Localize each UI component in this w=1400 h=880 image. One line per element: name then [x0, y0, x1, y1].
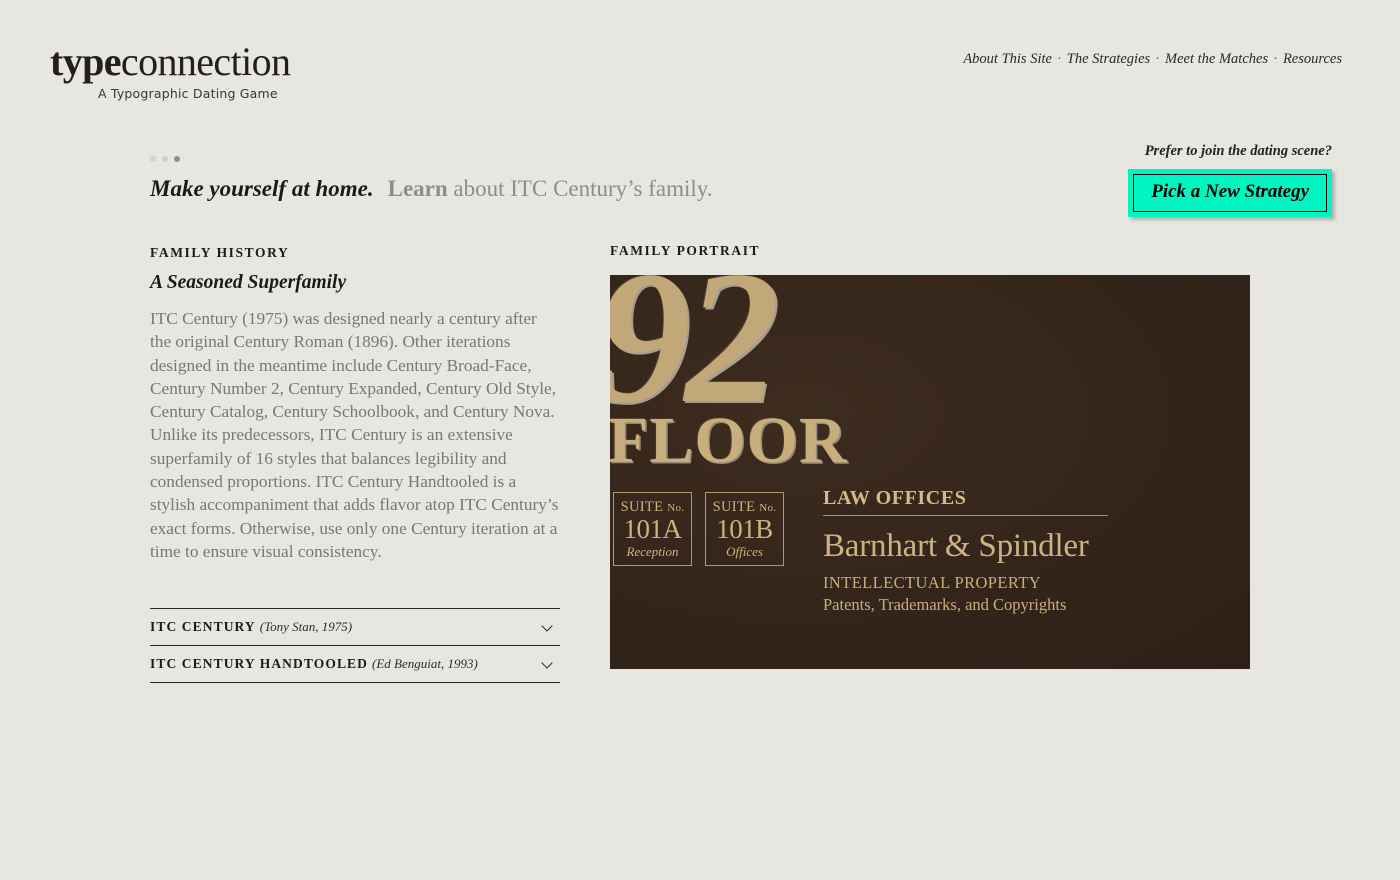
nav-separator: ·	[1273, 51, 1278, 67]
family-history-label: FAMILY HISTORY	[150, 245, 290, 260]
logo-wordmark: typeconnection	[50, 39, 291, 84]
page-headline: Make yourself at home. Learn about ITC Ce…	[150, 175, 713, 204]
strategy-button-frame: Pick a New Strategy	[1128, 169, 1332, 217]
portrait-suite-list: SUITE No. 101A Reception SUITE No. 101B …	[613, 492, 784, 566]
typeface-meta: (Ed Benguiat, 1993)	[372, 656, 478, 671]
suite-label-line: SUITE No.	[713, 500, 777, 515]
strategy-cta: Prefer to join the dating scene? Pick a …	[1128, 143, 1332, 217]
suite-use: Offices	[726, 544, 763, 560]
portrait-law-block: LAW OFFICES Barnhart & Spindler INTELLEC…	[823, 487, 1123, 615]
typeface-meta: (Tony Stan, 1975)	[259, 619, 353, 634]
suite-label-line: SUITE No.	[621, 500, 685, 515]
law-firm-name: Barnhart & Spindler	[823, 528, 1089, 564]
progress-dot-3-active[interactable]	[174, 156, 180, 162]
progress-dot-2[interactable]	[162, 156, 168, 162]
typeface-name: ITC CENTURY HANDTOOLED	[150, 656, 369, 671]
suite-number: 101A	[623, 514, 683, 545]
law-services: Patents, Trademarks, and Copyrights	[823, 594, 1067, 614]
family-portrait-label: FAMILY PORTRAIT	[610, 243, 761, 258]
law-offices-heading: LAW OFFICES	[823, 487, 967, 509]
suite-word: SUITE	[620, 498, 664, 515]
logo-tagline: A Typographic Dating Game	[98, 86, 278, 101]
chevron-down-icon[interactable]	[542, 621, 554, 633]
strategy-prompt: Prefer to join the dating scene?	[1144, 143, 1332, 159]
nav-item-the-strategies[interactable]: The Strategies	[1067, 51, 1150, 67]
headline-rest: about ITC Century’s family.	[453, 176, 713, 201]
headline-strong: Make yourself at home.	[150, 176, 374, 201]
family-history-section: A Seasoned Superfamily ITC Century (1975…	[150, 272, 562, 563]
suite-no-abbr: No.	[667, 501, 685, 514]
suite-use: Reception	[626, 544, 679, 560]
family-history-title: A Seasoned Superfamily	[150, 272, 347, 293]
logo-word-type: type	[50, 39, 122, 84]
suite-box-101a: SUITE No. 101A Reception	[613, 492, 692, 566]
headline-learn-link[interactable]: Learn	[388, 176, 448, 201]
site-header: typeconnection A Typographic Dating Game…	[0, 0, 1400, 120]
nav-item-about-this-site[interactable]: About This Site	[963, 51, 1052, 67]
family-history-body: ITC Century (1975) was designed nearly a…	[150, 309, 559, 561]
nav-separator: ·	[1155, 51, 1161, 67]
suite-box-101b: SUITE No. 101B Offices	[705, 492, 784, 566]
law-divider	[823, 515, 1108, 516]
typeface-name: ITC CENTURY	[150, 619, 256, 634]
accordion-row-itc-century[interactable]: ITC CENTURY (Tony Stan, 1975)	[150, 609, 560, 646]
main-nav: About This Site · The Strategies · Meet the …	[963, 51, 1342, 68]
chevron-down-icon[interactable]	[542, 658, 554, 670]
nav-item-resources[interactable]: Resources	[1283, 51, 1342, 67]
progress-dot-1[interactable]	[150, 156, 156, 162]
suite-word: SUITE	[712, 498, 756, 515]
pick-a-new-strategy-button[interactable]: Pick a New Strategy	[1133, 174, 1327, 212]
typeface-accordion: ITC CENTURY (Tony Stan, 1975) ITC CENTURY…	[150, 608, 560, 683]
nav-item-meet-the-matches[interactable]: Meet the Matches	[1165, 51, 1268, 67]
accordion-row-itc-century-handtooled[interactable]: ITC CENTURY HANDTOOLED (Ed Benguiat, 1993…	[150, 646, 560, 683]
nav-separator: ·	[1056, 51, 1062, 67]
family-portrait-image: 92 FLOOR SUITE No. 101A Reception SUITE …	[610, 275, 1250, 669]
suite-no-abbr: No.	[759, 501, 777, 514]
accordion-label: ITC CENTURY (Tony Stan, 1975)	[150, 619, 352, 635]
portrait-floor-word: FLOOR	[610, 404, 848, 477]
progress-dots	[150, 156, 180, 162]
site-logo[interactable]: typeconnection A Typographic Dating Game	[50, 39, 291, 101]
logo-word-connection: connection	[120, 39, 291, 84]
accordion-label: ITC CENTURY HANDTOOLED (Ed Benguiat, 1993…	[150, 656, 478, 672]
suite-number: 101B	[716, 514, 773, 545]
law-practice-area: INTELLECTUAL PROPERTY	[823, 572, 1042, 592]
